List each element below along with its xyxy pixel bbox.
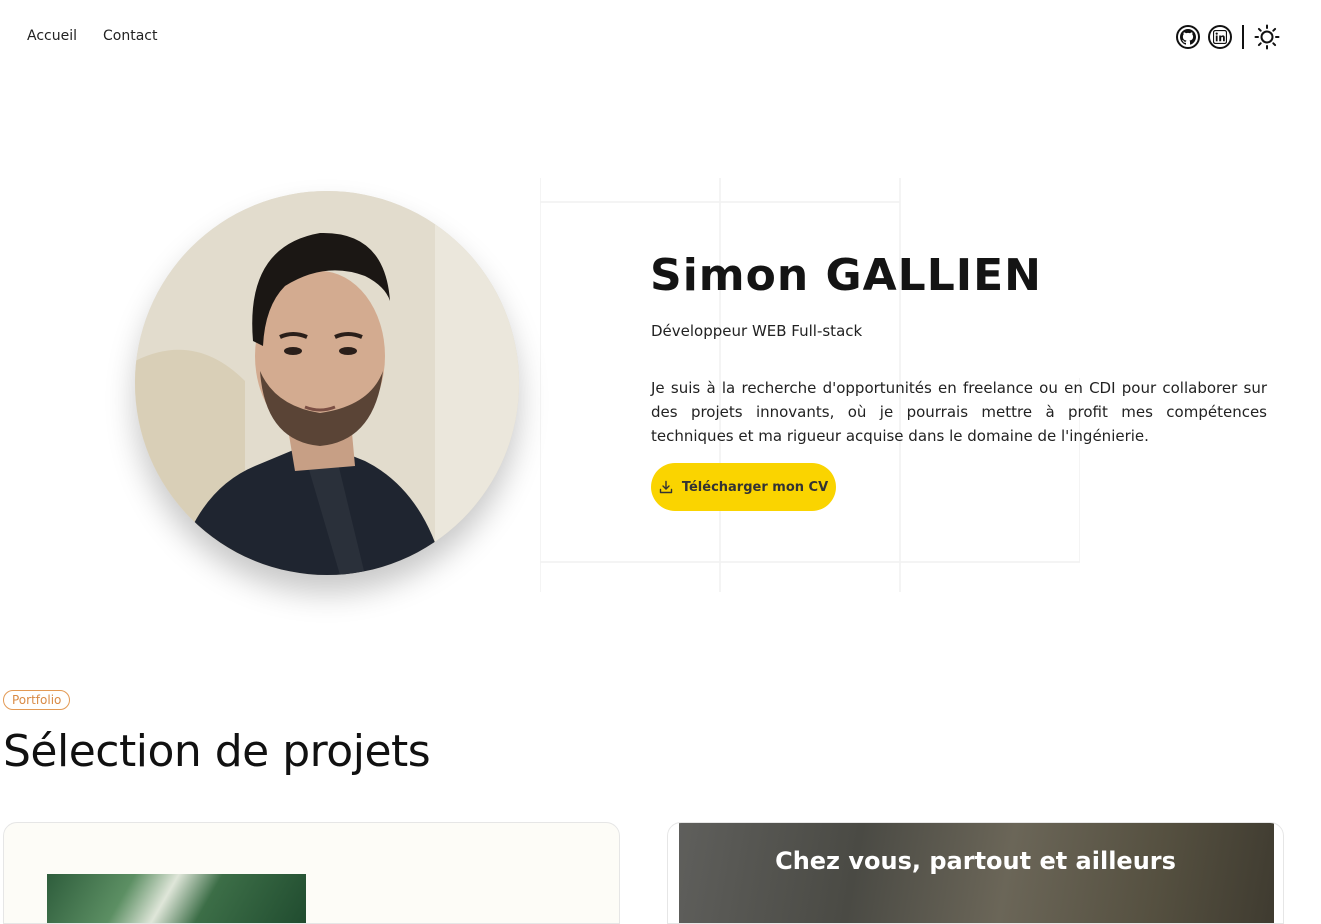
project-title: Chez vous, partout et ailleurs <box>775 847 1176 875</box>
project-thumbnail <box>47 874 306 923</box>
profile-photo <box>135 191 519 575</box>
github-icon[interactable] <box>1176 25 1200 49</box>
nav-link-accueil[interactable]: Accueil <box>27 28 77 44</box>
linkedin-icon[interactable] <box>1208 25 1232 49</box>
hero-name: Simon GALLIEN <box>650 250 1042 301</box>
portfolio-badge: Portfolio <box>3 690 71 710</box>
nav-separator <box>1242 25 1244 49</box>
download-icon <box>659 480 673 494</box>
hero-bio: Je suis à la recherche d'opportunités en… <box>651 379 1267 445</box>
download-cv-button[interactable]: Télécharger mon CV <box>651 463 836 511</box>
section-title: Sélection de projets <box>3 726 431 777</box>
nav-icons <box>1176 23 1280 51</box>
top-nav: Accueil Contact <box>0 0 1321 76</box>
sun-icon[interactable] <box>1254 24 1280 50</box>
hero-subtitle: Développeur WEB Full-stack <box>651 322 863 340</box>
nav-link-contact[interactable]: Contact <box>103 28 157 44</box>
download-cv-label: Télécharger mon CV <box>681 479 829 495</box>
project-card[interactable] <box>3 822 620 924</box>
project-card[interactable]: Chez vous, partout et ailleurs <box>667 822 1284 924</box>
